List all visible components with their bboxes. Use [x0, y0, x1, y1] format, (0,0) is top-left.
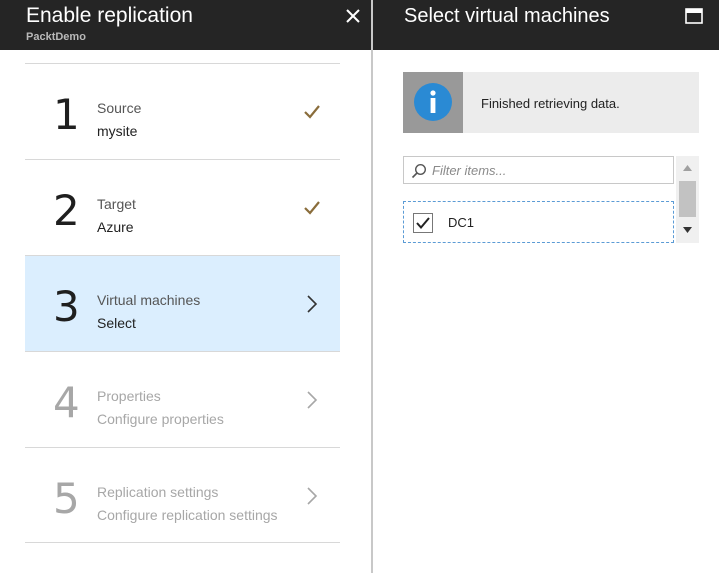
vm-name: DC1 — [448, 215, 475, 230]
checkmark-icon — [416, 217, 430, 230]
blade-title: Select virtual machines — [404, 5, 610, 27]
step-number: 2 — [53, 186, 80, 235]
vm-list-scrollbar[interactable] — [676, 156, 699, 243]
chevron-right-icon — [307, 391, 318, 409]
step-title: Target — [97, 196, 136, 212]
info-icon — [414, 83, 452, 121]
scroll-down-button[interactable] — [676, 222, 699, 238]
close-button[interactable] — [342, 6, 364, 28]
blade-title: Enable replication — [26, 4, 193, 27]
step-title: Replication settings — [97, 484, 219, 500]
step-title: Properties — [97, 388, 161, 404]
blade-subtitle: PacktDemo — [26, 31, 86, 43]
step-source[interactable]: 1 Source mysite — [25, 63, 340, 159]
filter-field[interactable] — [403, 156, 674, 184]
vm-checkbox[interactable] — [413, 213, 433, 233]
checkmark-icon — [304, 105, 320, 119]
step-subtitle: mysite — [97, 123, 138, 139]
search-icon — [411, 163, 427, 179]
step-number: 5 — [53, 474, 80, 523]
triangle-up-icon — [683, 165, 692, 171]
step-number: 4 — [53, 378, 80, 427]
blade-header: Enable replication PacktDemo — [0, 0, 371, 50]
step-virtual-machines[interactable]: 3 Virtual machines Select — [25, 255, 340, 351]
step-number: 3 — [53, 282, 80, 331]
select-virtual-machines-blade: Select virtual machines Finished retriev… — [373, 0, 719, 573]
step-subtitle: Configure properties — [97, 411, 224, 427]
step-subtitle: Configure replication settings — [97, 507, 278, 523]
step-number: 1 — [53, 90, 80, 139]
info-icon-container — [403, 72, 463, 133]
step-subtitle: Azure — [97, 219, 134, 235]
blade-header: Select virtual machines — [373, 0, 719, 50]
scroll-up-button[interactable] — [676, 160, 699, 176]
step-target[interactable]: 2 Target Azure — [25, 159, 340, 255]
step-replication-settings[interactable]: 5 Replication settings Configure replica… — [25, 447, 340, 543]
triangle-down-icon — [683, 227, 692, 233]
step-subtitle: Select — [97, 315, 136, 331]
chevron-right-icon — [307, 487, 318, 505]
chevron-right-icon — [307, 295, 318, 313]
step-title: Virtual machines — [97, 292, 201, 308]
vm-list-item[interactable]: DC1 — [403, 201, 674, 243]
info-message: Finished retrieving data. — [481, 96, 620, 111]
filter-input[interactable] — [432, 160, 668, 180]
maximize-button[interactable] — [685, 8, 703, 24]
wizard-steps: 1 Source mysite 2 Target Azure 3 Virtual… — [25, 63, 340, 543]
scroll-thumb[interactable] — [679, 181, 696, 217]
step-properties[interactable]: 4 Properties Configure properties — [25, 351, 340, 447]
checkmark-icon — [304, 201, 320, 215]
enable-replication-blade: Enable replication PacktDemo 1 Source my… — [0, 0, 371, 573]
maximize-icon — [685, 8, 703, 24]
info-notification: Finished retrieving data. — [403, 72, 699, 133]
step-title: Source — [97, 100, 142, 116]
close-icon — [346, 9, 360, 23]
